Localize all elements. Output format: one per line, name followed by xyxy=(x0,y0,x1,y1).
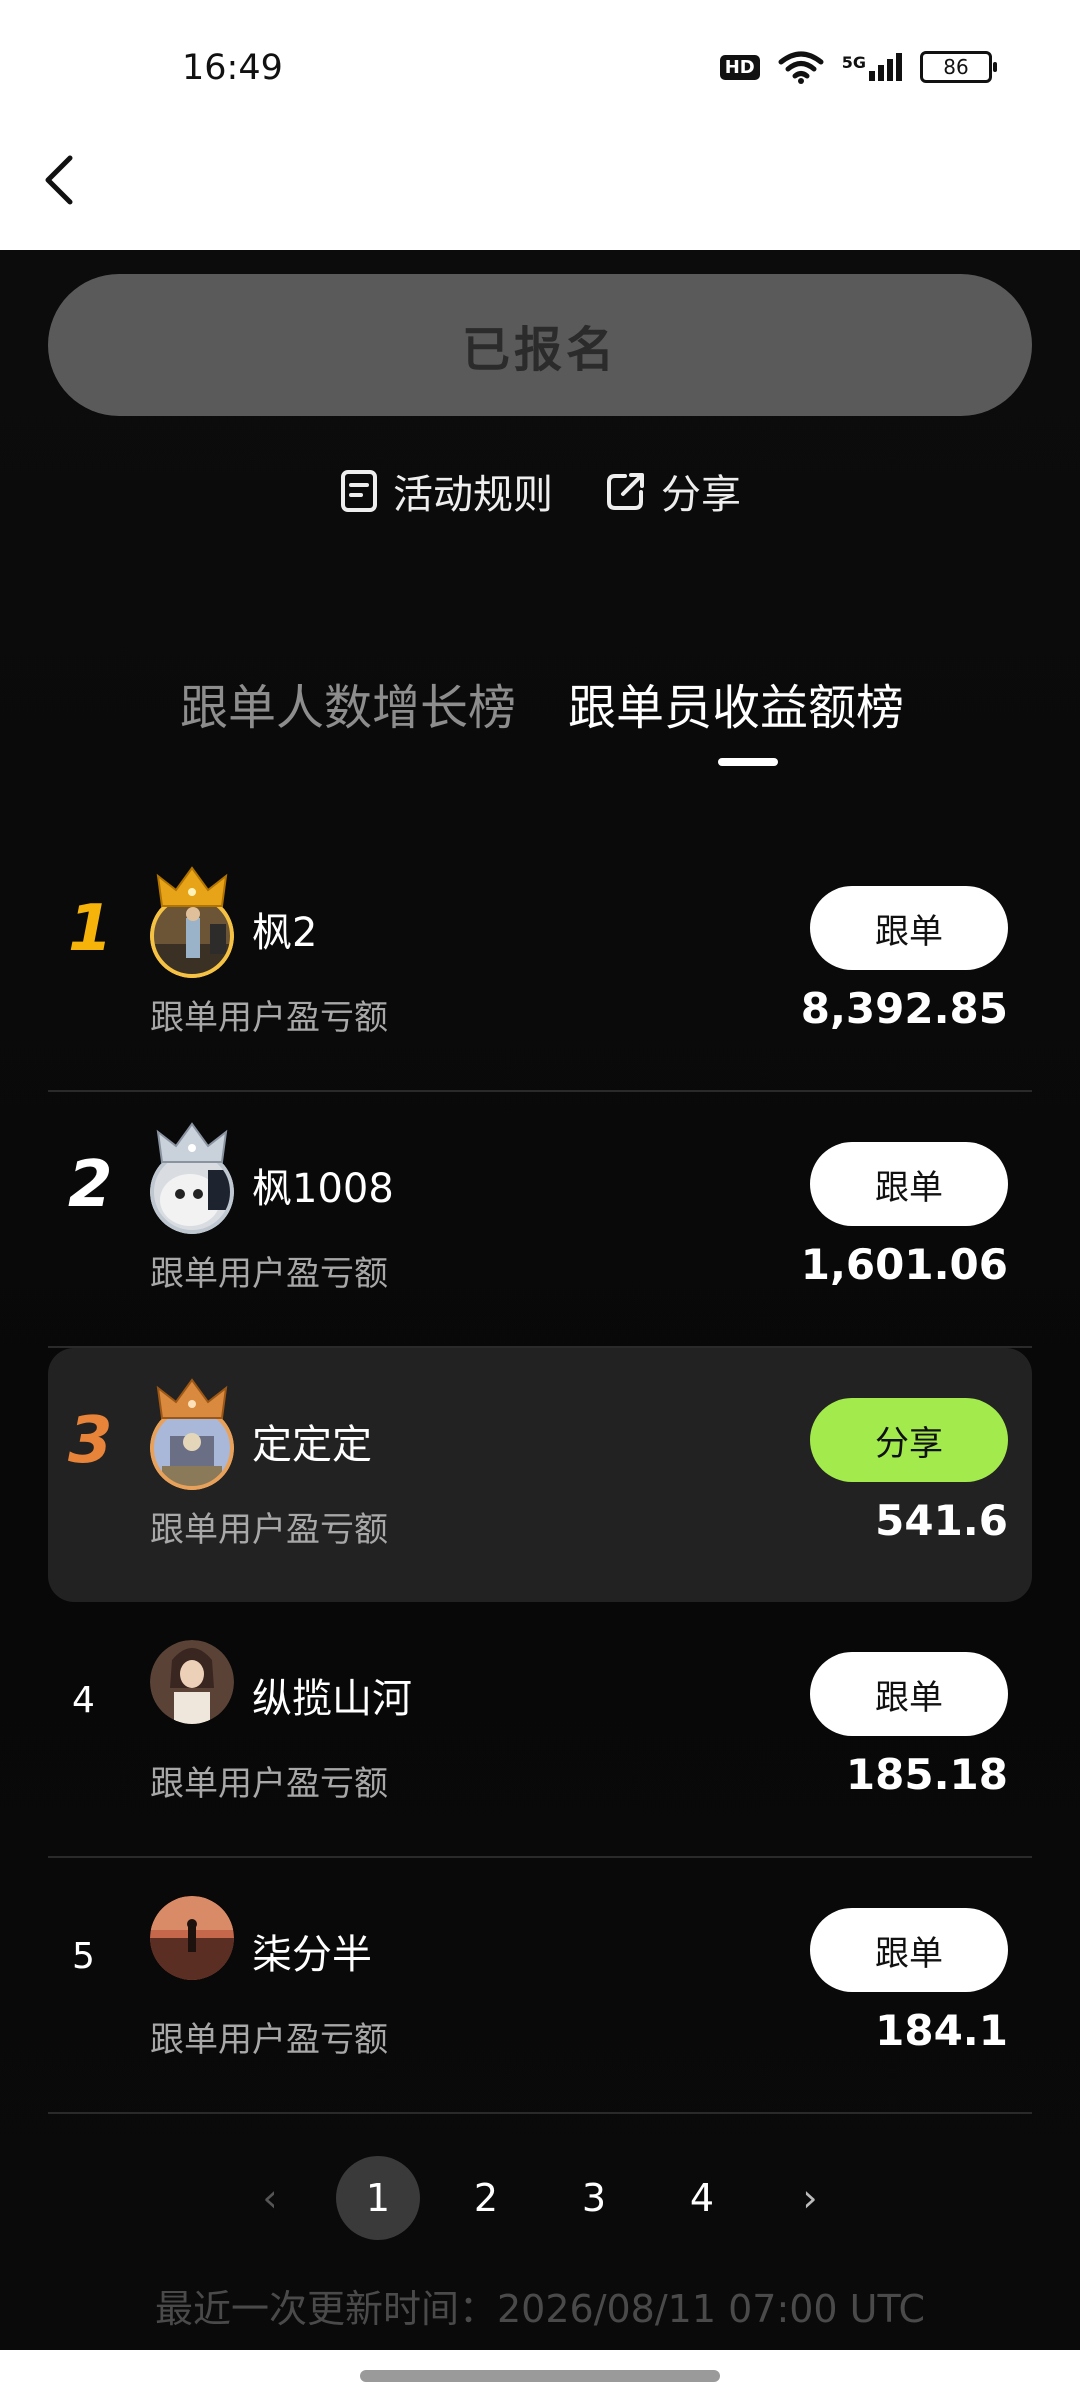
rules-label: 活动规则 xyxy=(393,472,553,518)
username: 纵揽山河 xyxy=(252,1676,412,1722)
pagination: ‹ 1 2 3 4 › xyxy=(0,2156,1080,2240)
rank-number: 5 xyxy=(72,1936,95,1977)
avatar[interactable] xyxy=(150,1122,234,1234)
list-item: 4 纵揽山河 跟单用户盈亏额 跟单 185.18 xyxy=(48,1602,1032,1858)
metric-label: 跟单用户盈亏额 xyxy=(150,2020,388,2060)
status-bar: 16:49 HD 5G 86 xyxy=(0,0,1080,250)
metric-label: 跟单用户盈亏额 xyxy=(150,1254,388,1294)
page-2-button[interactable]: 2 xyxy=(444,2156,528,2240)
username: 枫2 xyxy=(252,910,318,956)
last-updated-text: 最近一次更新时间：2026/08/11 07:00 UTC xyxy=(154,2287,926,2331)
avatar[interactable] xyxy=(150,866,234,978)
rank-number: 1 xyxy=(68,892,113,966)
page-1-button[interactable]: 1 xyxy=(336,2156,420,2240)
metric-label: 跟单用户盈亏额 xyxy=(150,1764,388,1804)
tab-profit-ranking[interactable]: 跟单员收益额榜 xyxy=(568,668,905,766)
metric-label: 跟单用户盈亏额 xyxy=(150,1510,388,1550)
user-avatar-image xyxy=(150,1640,234,1724)
navigation-bar xyxy=(0,2350,1080,2400)
bronze-crown-icon xyxy=(156,1378,228,1419)
profit-value: 185.18 xyxy=(845,1750,1008,1799)
follow-button[interactable]: 跟单 xyxy=(810,886,1008,970)
share-icon xyxy=(607,473,644,510)
profit-value: 1,601.06 xyxy=(800,1240,1008,1289)
main-content: 已报名 活动规则 分享 跟单人数增长榜 跟单员收益额榜 1 枫2 跟单用户盈亏额… xyxy=(0,250,1080,2350)
list-item: 2 枫1008 跟单用户盈亏额 跟单 1,601.06 xyxy=(48,1092,1032,1348)
username: 定定定 xyxy=(252,1422,372,1468)
rank-number: 3 xyxy=(68,1404,113,1478)
status-time: 16:49 xyxy=(182,48,283,88)
home-indicator[interactable] xyxy=(360,2370,720,2382)
hd-icon: HD xyxy=(719,54,760,80)
network-type: 5G xyxy=(841,53,866,72)
share-button[interactable]: 分享 xyxy=(810,1398,1008,1482)
back-button[interactable] xyxy=(40,150,80,210)
ranking-list: 1 枫2 跟单用户盈亏额 跟单 8,392.85 2 枫1008 跟单用户盈亏额… xyxy=(48,836,1032,2114)
metric-label: 跟单用户盈亏额 xyxy=(150,998,388,1038)
follow-button[interactable]: 跟单 xyxy=(810,1652,1008,1736)
active-tab-indicator xyxy=(718,758,779,766)
document-icon xyxy=(341,470,377,512)
list-item: 1 枫2 跟单用户盈亏额 跟单 8,392.85 xyxy=(48,836,1032,1092)
page-3-button[interactable]: 3 xyxy=(552,2156,636,2240)
profit-value: 184.1 xyxy=(875,2006,1008,2055)
share-link[interactable]: 分享 xyxy=(605,462,741,520)
list-item-current-user: 3 定定定 跟单用户盈亏额 分享 541.6 xyxy=(48,1348,1032,1602)
rank-number: 4 xyxy=(72,1680,95,1721)
avatar[interactable] xyxy=(150,1640,234,1724)
silver-crown-icon xyxy=(156,1122,228,1163)
rank-number: 2 xyxy=(68,1148,113,1222)
rules-link[interactable]: 活动规则 xyxy=(339,462,553,520)
username: 枫1008 xyxy=(252,1166,394,1212)
follow-button[interactable]: 跟单 xyxy=(810,1908,1008,1992)
list-item: 5 柒分半 跟单用户盈亏额 跟单 184.1 xyxy=(48,1858,1032,2114)
avatar[interactable] xyxy=(150,1896,234,1980)
profit-value: 8,392.85 xyxy=(800,984,1008,1033)
action-links: 活动规则 分享 xyxy=(0,462,1080,520)
user-avatar-image xyxy=(150,1896,234,1980)
gold-crown-icon xyxy=(156,866,228,907)
battery-icon: 86 xyxy=(920,51,997,83)
share-label: 分享 xyxy=(661,472,741,518)
tab-profit-ranking-label: 跟单员收益额榜 xyxy=(568,680,905,736)
battery-level: 86 xyxy=(943,55,969,79)
status-icons: HD 5G 86 xyxy=(719,50,997,84)
page-4-button[interactable]: 4 xyxy=(660,2156,744,2240)
profit-value: 541.6 xyxy=(875,1496,1008,1545)
wifi-icon xyxy=(778,51,824,84)
avatar[interactable] xyxy=(150,1378,234,1490)
ranking-tabs: 跟单人数增长榜 跟单员收益额榜 xyxy=(180,668,905,766)
prev-page-button[interactable]: ‹ xyxy=(228,2156,312,2240)
next-page-button[interactable]: › xyxy=(768,2156,852,2240)
signup-button[interactable]: 已报名 xyxy=(48,274,1032,416)
follow-button[interactable]: 跟单 xyxy=(810,1142,1008,1226)
signal-icon: 5G xyxy=(842,53,902,81)
username: 柒分半 xyxy=(252,1932,372,1978)
tab-follower-growth[interactable]: 跟单人数增长榜 xyxy=(180,668,516,738)
